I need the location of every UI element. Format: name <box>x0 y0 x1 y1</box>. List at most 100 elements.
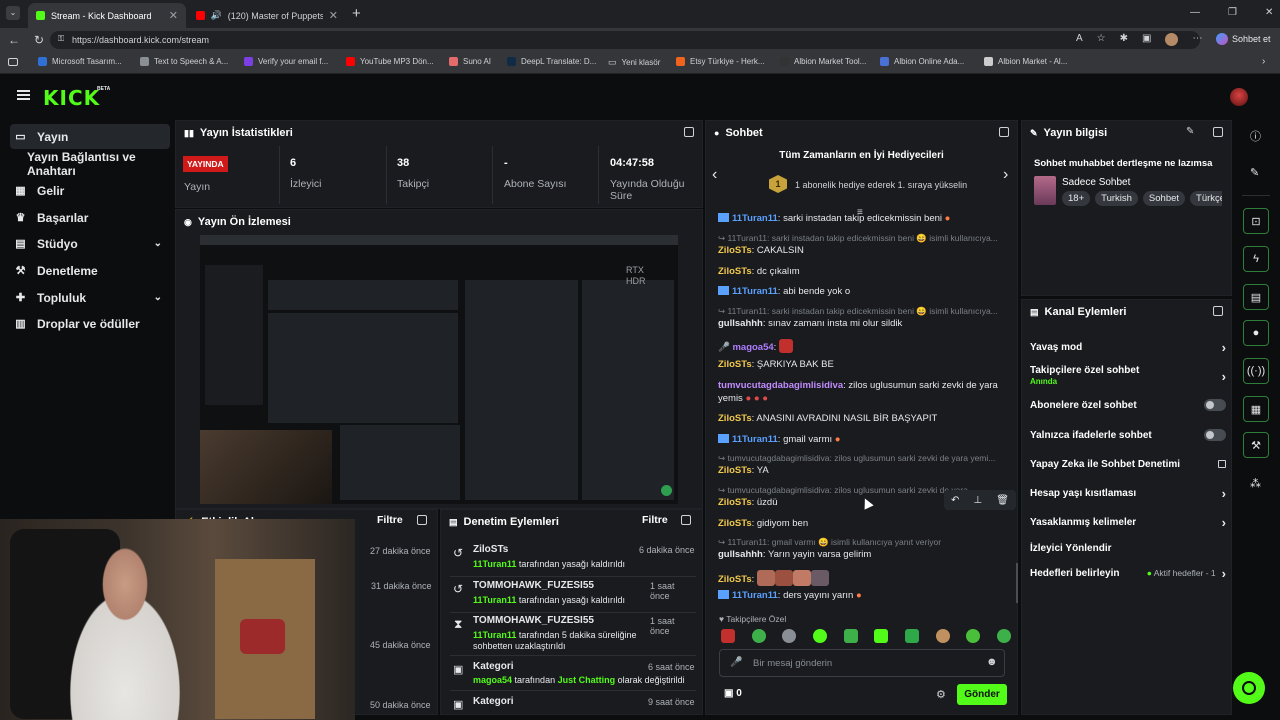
chevron-right-icon[interactable]: › <box>1003 166 1008 184</box>
reload-icon[interactable]: ↻ <box>34 33 44 47</box>
extensions-icon[interactable]: ✱ <box>1120 33 1128 46</box>
popout-icon[interactable] <box>681 515 691 525</box>
emote-icon[interactable] <box>721 629 735 643</box>
chat-message[interactable]: ZiloSTs: ANASINI AVRADINI NASIL BİR BAŞY… <box>718 413 937 424</box>
moderation-item[interactable]: ↺ ZiloSTs 6 dakika önce 11Turan11 tarafı… <box>450 544 696 578</box>
rail-document-icon[interactable]: ▤ <box>1243 284 1269 310</box>
action-slow-mode[interactable]: Yavaş mod › <box>1030 340 1226 355</box>
popout-icon[interactable] <box>1213 306 1223 316</box>
edit-pencil-icon[interactable]: ✎ <box>1186 126 1194 137</box>
moderation-item[interactable]: ⧗ TOMMOHAWK_FUZESI55 1 saat önce 11Turan… <box>450 615 696 659</box>
browser-tab-kick[interactable]: Stream - Kick Dashboard ✕ <box>28 3 186 28</box>
sidebar-item-droplar[interactable]: ▥ Droplar ve ödüller <box>10 311 170 336</box>
copilot-button[interactable]: Sohbet et <box>1216 33 1271 45</box>
bookmark-item[interactable]: Albion Online Ada... <box>880 57 964 66</box>
browser-tab-youtube[interactable]: 🔊 (120) Master of Puppets (Rem ✕ <box>188 3 346 28</box>
popout-icon[interactable] <box>417 515 427 525</box>
pin-icon[interactable]: ⊥ <box>973 495 982 506</box>
emote-icon[interactable] <box>966 629 981 643</box>
subscribers-only-toggle[interactable] <box>1204 399 1226 411</box>
bookmark-item[interactable]: Microsoft Tasarım... <box>38 57 122 66</box>
chat-message[interactable]: ZiloSTs: <box>718 570 829 586</box>
hamburger-menu-icon[interactable] <box>17 90 30 100</box>
bookmark-item[interactable]: Albion Market Tool... <box>780 57 866 66</box>
action-emotes-only[interactable]: Yalnızca ifadelerle sohbet <box>1030 428 1226 442</box>
chat-message[interactable]: 11Turan11: gmail varmı ● <box>718 434 841 445</box>
tab-list-button[interactable]: ⌄ <box>6 6 20 20</box>
edit-icon[interactable]: ✎ <box>1250 166 1259 179</box>
close-tab-icon[interactable]: ✕ <box>169 9 178 22</box>
channel-points[interactable]: ▣ 0 <box>724 688 742 699</box>
activity-filter-button[interactable]: Filtre <box>377 514 403 526</box>
support-button[interactable] <box>1233 672 1265 704</box>
maximize-icon[interactable]: ❐ <box>1228 7 1237 18</box>
chat-message[interactable]: ZiloSTs: dc çıkalım <box>718 266 800 277</box>
chat-scrollbar[interactable] <box>1016 563 1018 603</box>
bookmarks-overflow-icon[interactable]: › <box>1262 56 1265 67</box>
action-raid[interactable]: İzleyici Yönlendir <box>1030 541 1226 555</box>
sidebar-item-studyo[interactable]: ▤ Stüdyo ⌄ <box>10 231 170 256</box>
popout-icon[interactable] <box>999 127 1009 137</box>
sidebar-item-gelir[interactable]: ▦ Gelir <box>10 178 170 203</box>
action-goals[interactable]: Hedefleri belirleyin ● Aktif hedefler - 1… <box>1030 566 1226 581</box>
bookmark-item[interactable]: DeepL Translate: D... <box>507 57 596 66</box>
rail-lightning-icon[interactable]: ϟ <box>1243 246 1269 272</box>
rail-broadcast-icon[interactable]: ((·)) <box>1243 358 1269 384</box>
emote-icon[interactable] <box>843 629 858 643</box>
bookmark-item[interactable]: Verify your email f... <box>244 57 328 66</box>
tag-pill[interactable]: Turkish <box>1095 191 1138 206</box>
action-ai-moderation[interactable]: Yapay Zeka ile Sohbet Denetimi <box>1030 457 1226 471</box>
bookmark-item[interactable]: Text to Speech & A... <box>140 57 228 66</box>
more-menu-icon[interactable]: ⋯ <box>1192 33 1202 46</box>
chat-message[interactable]: ZiloSTs: YA <box>718 465 769 476</box>
chat-message[interactable]: 11Turan11: abi bende yok o <box>718 286 850 297</box>
popout-icon[interactable] <box>684 127 694 137</box>
favorite-star-icon[interactable]: ☆ <box>1097 33 1106 46</box>
collections-icon[interactable]: ▣ <box>1142 33 1151 46</box>
emote-icon[interactable] <box>904 629 919 643</box>
close-tab-icon[interactable]: ✕ <box>329 9 338 22</box>
chat-message[interactable]: ZiloSTs: ŞARKIYA BAK BE <box>718 359 834 370</box>
chat-message[interactable]: ZiloSTs: CAKALSIN <box>718 245 804 256</box>
chat-message[interactable]: gullsahhh: Yarın yayin varsa gelirim <box>718 549 871 560</box>
minimize-icon[interactable]: — <box>1190 7 1200 18</box>
chat-message[interactable]: ZiloSTs: gidiyom ben <box>718 518 808 529</box>
chevron-left-icon[interactable]: ‹ <box>712 166 717 184</box>
info-icon[interactable]: ⓘ <box>1250 128 1261 144</box>
moderation-item[interactable]: ▣ Kategori 9 saat önce <box>450 696 696 714</box>
user-avatar[interactable] <box>1230 88 1248 106</box>
sidebar-item-basarilar[interactable]: ♛ Başarılar <box>10 205 170 230</box>
chat-message[interactable]: tumvucutagdabagimlisidiva: zilos uglusum… <box>718 380 998 391</box>
rail-wrench-icon[interactable]: ⚒ <box>1243 432 1269 458</box>
action-account-age[interactable]: Hesap yaşı kısıtlaması › <box>1030 486 1226 501</box>
action-banned-words[interactable]: Yasaklanmış kelimeler › <box>1030 515 1226 530</box>
action-subscribers-only[interactable]: Abonelere özel sohbet <box>1030 398 1226 412</box>
emote-icon[interactable] <box>935 629 950 643</box>
chat-message[interactable]: 11Turan11: ders yayını yarın ● <box>718 590 862 601</box>
microphone-icon[interactable]: 🎤 <box>730 657 742 668</box>
sidebar-item-topluluk[interactable]: ✚ Topluluk ⌄ <box>10 285 170 310</box>
send-button[interactable]: Gönder <box>957 684 1007 705</box>
emoji-picker-icon[interactable]: ☻ <box>986 656 998 668</box>
sidebar-item-denetleme[interactable]: ⚒ Denetleme <box>10 258 170 283</box>
close-window-icon[interactable]: ✕ <box>1265 7 1273 18</box>
emote-icon[interactable] <box>812 629 827 643</box>
delete-icon[interactable]: 🗑 <box>996 495 1009 506</box>
rail-chat-icon[interactable]: ● <box>1243 320 1269 346</box>
bookmark-item[interactable]: ▭ Yeni klasör <box>608 57 660 68</box>
emotes-only-toggle[interactable] <box>1204 429 1226 441</box>
moderation-item[interactable]: ↺ TOMMOHAWK_FUZESI55 1 saat önce 11Turan… <box>450 580 696 614</box>
tag-pill[interactable]: Türkçe <box>1190 191 1222 206</box>
bookmarks-menu-icon[interactable] <box>8 58 18 66</box>
emote-icon[interactable] <box>874 629 889 643</box>
rail-layout-icon[interactable]: ▦ <box>1243 396 1269 422</box>
bookmark-item[interactable]: Suno AI <box>449 57 491 66</box>
chat-message[interactable]: ZiloSTs: üzdü <box>718 497 778 508</box>
url-field[interactable]: https://dashboard.kick.com/stream <box>50 31 1200 49</box>
tag-pill[interactable]: 18+ <box>1062 191 1091 206</box>
emote-icon[interactable] <box>751 629 766 643</box>
kick-logo[interactable]: KICK <box>43 86 100 110</box>
reply-icon[interactable]: ↶ <box>951 495 959 506</box>
bookmark-item[interactable]: Albion Market - Al... <box>984 57 1067 66</box>
profile-avatar[interactable] <box>1165 33 1179 46</box>
